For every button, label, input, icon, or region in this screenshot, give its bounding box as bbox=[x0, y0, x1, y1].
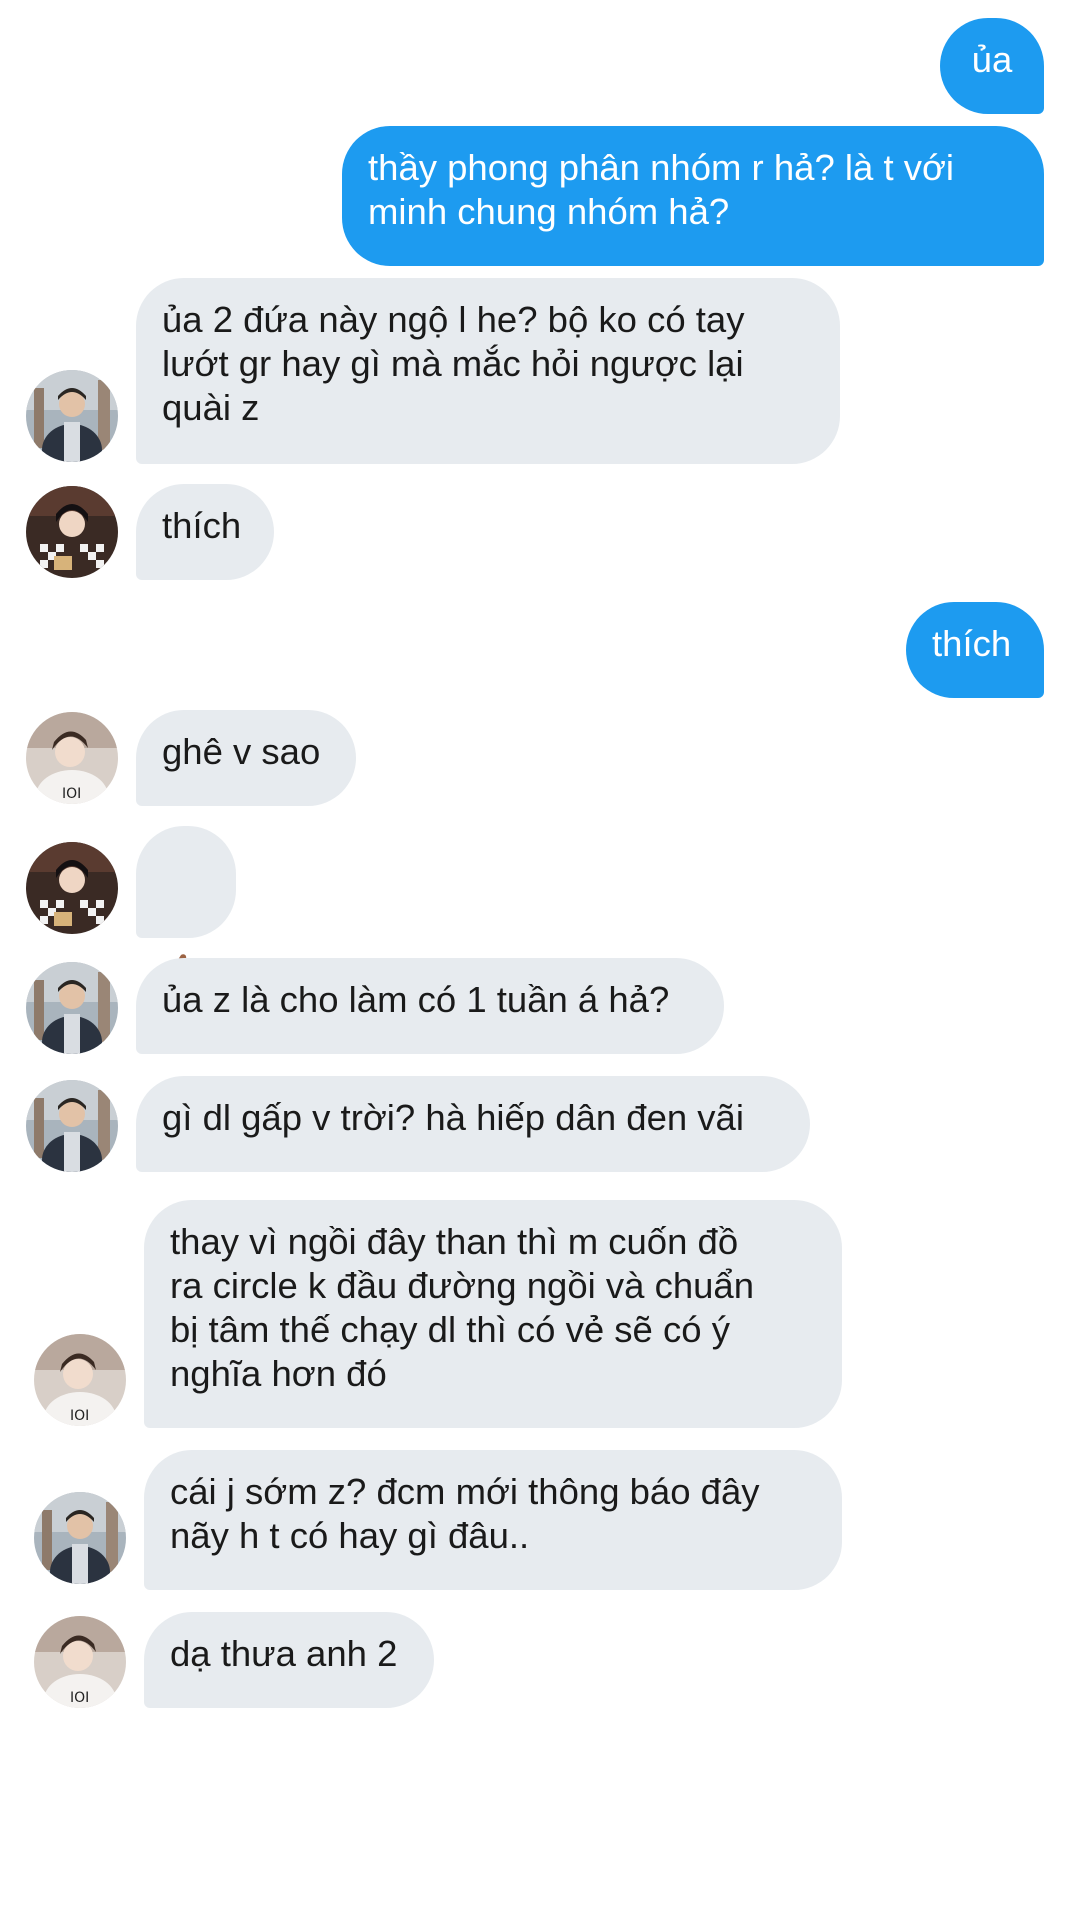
avatar-a-image bbox=[26, 370, 118, 462]
message-row: IOI ghê v sao bbox=[0, 710, 1080, 806]
avatar-a-image bbox=[26, 962, 118, 1054]
message-row: ủa z là cho làm có 1 tuần á hả? bbox=[0, 958, 1080, 1054]
incoming-message[interactable]: gì dl gấp v trời? hà hiếp dân đen vãi bbox=[136, 1076, 810, 1172]
avatar-a[interactable] bbox=[26, 962, 118, 1054]
incoming-message[interactable]: dạ thưa anh 2 bbox=[144, 1612, 434, 1708]
avatar-c[interactable]: IOI bbox=[26, 712, 118, 804]
avatar-a[interactable] bbox=[26, 370, 118, 462]
message-row: thích bbox=[0, 602, 1080, 698]
message-row: thích bbox=[0, 484, 1080, 580]
message-row: ủa bbox=[0, 18, 1080, 114]
avatar-a[interactable] bbox=[26, 1080, 118, 1172]
avatar-b[interactable] bbox=[26, 486, 118, 578]
message-row: thầy phong phân nhóm r hả? là t với minh… bbox=[0, 126, 1080, 266]
avatar-b-image bbox=[26, 486, 118, 578]
avatar-a-image bbox=[26, 1080, 118, 1172]
message-row: ủa 2 đứa này ngộ l he? bộ ko có tay lướt… bbox=[0, 278, 1080, 464]
svg-text:IOI: IOI bbox=[70, 1408, 89, 1424]
incoming-message[interactable] bbox=[136, 826, 236, 984]
svg-text:IOI: IOI bbox=[62, 786, 81, 802]
avatar-b-image bbox=[26, 842, 118, 934]
outgoing-message[interactable]: thích bbox=[906, 602, 1044, 698]
avatar-a-image bbox=[34, 1492, 126, 1584]
outgoing-message[interactable]: thầy phong phân nhóm r hả? là t với minh… bbox=[342, 126, 1044, 266]
incoming-message[interactable]: thay vì ngồi đây than thì m cuốn đồ ra c… bbox=[144, 1200, 842, 1428]
avatar-c-image: IOI bbox=[34, 1616, 126, 1708]
incoming-message[interactable]: ủa 2 đứa này ngộ l he? bộ ko có tay lướt… bbox=[136, 278, 840, 464]
avatar-c[interactable]: IOI bbox=[34, 1616, 126, 1708]
avatar-a[interactable] bbox=[34, 1492, 126, 1584]
incoming-message[interactable]: ủa z là cho làm có 1 tuần á hả? bbox=[136, 958, 724, 1054]
incoming-message[interactable]: ghê v sao bbox=[136, 710, 356, 806]
chat-thread: ủa thầy phong phân nhóm r hả? là t với m… bbox=[0, 0, 1080, 1920]
incoming-message[interactable]: cái j sớm z? đcm mới thông báo đây nãy h… bbox=[144, 1450, 842, 1590]
message-row: cái j sớm z? đcm mới thông báo đây nãy h… bbox=[0, 1450, 1080, 1590]
message-row: IOI thay vì ngồi đây than thì m cuốn đồ … bbox=[0, 1200, 1080, 1428]
message-row bbox=[0, 826, 1080, 984]
incoming-message[interactable]: thích bbox=[136, 484, 274, 580]
avatar-c-image: IOI bbox=[26, 712, 118, 804]
avatar-c-image: IOI bbox=[34, 1334, 126, 1426]
message-row: IOI dạ thưa anh 2 bbox=[0, 1612, 1080, 1708]
avatar-b[interactable] bbox=[26, 842, 118, 934]
message-row: gì dl gấp v trời? hà hiếp dân đen vãi bbox=[0, 1076, 1080, 1172]
svg-text:IOI: IOI bbox=[70, 1690, 89, 1706]
avatar-c[interactable]: IOI bbox=[34, 1334, 126, 1426]
outgoing-message[interactable]: ủa bbox=[940, 18, 1044, 114]
